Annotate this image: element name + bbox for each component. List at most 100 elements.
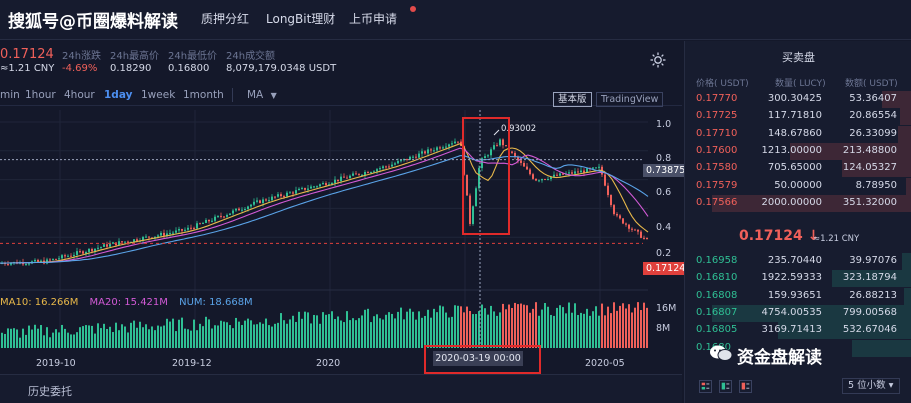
volume-bar [82, 326, 84, 348]
candle-body [322, 183, 324, 185]
candle-body [535, 178, 537, 181]
nav-item-listing[interactable]: 上币申请 [349, 10, 397, 27]
view-bids-icon[interactable] [719, 380, 732, 393]
depth-bar [852, 339, 911, 357]
volume-bar [184, 328, 186, 348]
candle-body [157, 235, 159, 237]
volume-bar [160, 326, 162, 348]
volume-bar [211, 328, 213, 348]
tf-1hour[interactable]: 1hour [25, 89, 56, 101]
ask-row[interactable]: 0.17566 2000.00000 351.32000 [685, 194, 911, 212]
volume-bar [349, 320, 351, 348]
bid-row[interactable]: 0.16807 4754.00535 799.00568 [685, 304, 911, 322]
volume-bar [265, 318, 267, 348]
volume-bar [367, 308, 369, 348]
candle-body [136, 239, 138, 241]
x-label-2: 2019-12 [172, 358, 212, 369]
volume-bar [196, 330, 198, 348]
volume-bar [547, 306, 549, 348]
tab-tradingview[interactable]: TradingView [596, 92, 664, 107]
candle-body [391, 164, 393, 167]
candle-body [229, 213, 231, 215]
candle-body [613, 205, 615, 215]
volume-bar [469, 311, 471, 348]
kline-chart[interactable] [0, 107, 682, 372]
candle-body [217, 215, 219, 217]
ask-row[interactable]: 0.17770 300.30425 53.36407 [685, 91, 911, 108]
candle-body [247, 206, 249, 209]
volume-bar [568, 302, 570, 348]
candle-body [274, 196, 276, 198]
nav-item-longbit[interactable]: LongBit理财 [266, 10, 335, 27]
ask-row[interactable]: 0.17580 705.65000 124.05327 [685, 160, 911, 178]
candle-body [592, 167, 594, 169]
candle-body [193, 227, 195, 229]
bid-row[interactable]: 0.16958 235.70440 39.97076 [685, 253, 911, 270]
amount-cell: 159.93651 [767, 289, 822, 301]
bid-row[interactable]: 0.16810 1922.59333 323.18794 [685, 270, 911, 288]
volume-bar [628, 304, 630, 348]
tf-1day[interactable]: 1day [104, 89, 132, 101]
total-cell: 26.33099 [849, 127, 897, 139]
ask-row[interactable]: 0.17600 1213.00000 213.48800 [685, 142, 911, 160]
settings-sun-icon[interactable] [650, 52, 666, 68]
volume-bar [166, 318, 168, 348]
candle-body [265, 199, 267, 201]
volume-bar [223, 321, 225, 348]
candle-body [646, 238, 648, 240]
volume-bar [127, 332, 129, 348]
nav-item-staking[interactable]: 质押分红 [201, 10, 249, 27]
candle-body [178, 229, 180, 231]
precision-select[interactable]: 5 位小数 ▾ [842, 378, 900, 394]
volume-bar [577, 315, 579, 348]
view-asks-icon[interactable] [739, 380, 752, 393]
candle-body [91, 248, 93, 252]
bid-row[interactable]: 0.16805 3169.71413 532.67046 [685, 322, 911, 340]
volume-bar [25, 334, 27, 348]
tf-4hour[interactable]: 4hour [64, 89, 95, 101]
ma-line [0, 155, 649, 264]
candle-body [55, 258, 57, 260]
candle-body [301, 187, 303, 189]
candle-body [406, 158, 408, 160]
volume-bar [247, 318, 249, 348]
volume-bar [535, 302, 537, 348]
ma-lines [0, 143, 649, 264]
volume-bar [448, 317, 450, 348]
tab-order-history[interactable]: 历史委托 [28, 383, 72, 399]
tf-min[interactable]: min [0, 89, 20, 101]
tf-1week[interactable]: 1week [141, 89, 175, 101]
view-both-icon[interactable] [699, 380, 712, 393]
volume-bar [199, 323, 201, 348]
indicator-select[interactable]: MA ▼ [247, 89, 277, 101]
candle-body [643, 237, 645, 239]
volume-bar [532, 308, 534, 348]
volume-bar [508, 304, 510, 348]
volume-bar [67, 332, 69, 348]
ask-row[interactable]: 0.17725 117.71810 20.86554 [685, 108, 911, 126]
volume-bar [454, 305, 456, 348]
ask-row[interactable]: 0.17710 148.67860 26.33099 [685, 125, 911, 143]
tab-basic[interactable]: 基本版 [553, 92, 592, 107]
ask-row[interactable]: 0.17579 50.00000 8.78950 [685, 177, 911, 195]
wechat-icon [710, 345, 733, 361]
candle-body [34, 259, 36, 262]
candle-body [325, 183, 327, 186]
candle-body [175, 230, 177, 233]
volume-bar [544, 303, 546, 348]
amount-cell: 1213.00000 [761, 144, 822, 156]
bid-row[interactable]: 0.16808 159.93651 26.88213 [685, 287, 911, 305]
total-cell: 53.36407 [849, 93, 897, 104]
volume-bar [637, 302, 639, 348]
tf-1month[interactable]: 1month [183, 89, 224, 101]
candle-body [289, 192, 291, 194]
volume-bar [316, 315, 318, 348]
candle-body [376, 169, 378, 172]
x-label-1: 2019-10 [36, 358, 76, 369]
volume-bar [1, 332, 3, 348]
bottom-panel: 历史委托 [0, 374, 682, 403]
candle-body [556, 174, 558, 176]
price-cell: 0.17710 [696, 127, 738, 139]
volume-bar [130, 322, 132, 348]
volume-bar [76, 332, 78, 348]
